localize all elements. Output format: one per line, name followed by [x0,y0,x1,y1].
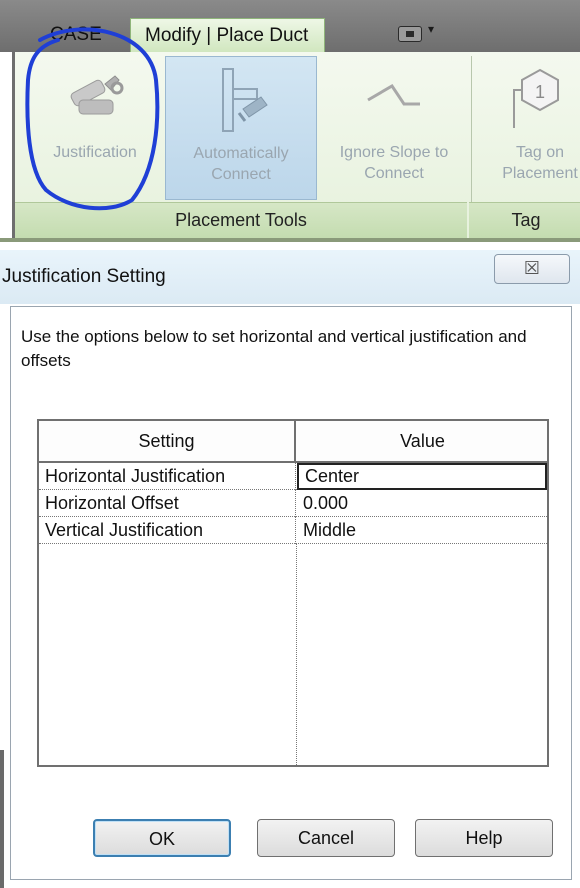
window-edge [0,750,4,888]
column-divider [296,544,297,765]
table-row[interactable]: Horizontal Offset 0.000 [39,490,547,517]
ignore-slope-label: Ignore Slope to Connect [339,144,449,182]
help-button[interactable]: Help [415,819,553,857]
dialog-description: Use the options below to set horizontal … [21,327,527,370]
chevron-down-icon[interactable]: ▾ [428,22,434,36]
value-cell[interactable]: 0.000 [297,490,547,517]
settings-table: Setting Value Horizontal Justification C… [37,419,549,767]
ribbon-tab-bar: CASE Modify | Place Duct ▾ [0,0,580,54]
justification-label: Justification [53,144,137,161]
automatically-connect-button[interactable]: Automatically Connect [165,56,317,200]
close-button[interactable]: ☒ [494,254,570,284]
dialog-title: Justification Setting [2,266,166,287]
ribbon-panel: Justification Automatically Connect Igno… [12,52,580,240]
ok-button[interactable]: OK [93,819,231,857]
tab-modify-place-duct[interactable]: Modify | Place Duct [130,18,326,54]
value-cell[interactable]: Middle [297,517,547,544]
automatically-connect-label: Automatically Connect [193,145,289,183]
table-header: Setting Value [39,421,547,463]
panel-toggle-icon[interactable] [398,26,422,42]
setting-cell: Horizontal Justification [39,463,296,490]
tab-case[interactable]: CASE [50,20,102,50]
tag-icon: 1 [513,68,559,128]
group-placement-tools: Placement Tools [15,202,467,238]
tag-on-placement-label: Tag on Placement [502,144,578,182]
ribbon-border [0,238,580,242]
column-header-value: Value [400,431,445,451]
group-tag: Tag [469,202,580,238]
value-cell[interactable]: Center [297,463,547,490]
justification-icon [70,75,124,115]
ignore-slope-icon [367,83,420,106]
setting-cell: Vertical Justification [39,517,296,544]
tag-on-placement-button[interactable]: 1 Tag on Placement [485,56,580,200]
ribbon: CASE Modify | Place Duct ▾ Justification… [0,0,580,242]
justification-button[interactable]: Justification [25,56,165,200]
tag-number: 1 [535,82,545,102]
dialog-title-bar: Justification Setting ☒ [0,250,580,304]
cancel-button[interactable]: Cancel [257,819,395,857]
dialog-content: Use the options below to set horizontal … [10,306,572,880]
close-icon: ☒ [523,258,541,278]
auto-connect-icon [222,68,268,132]
table-row[interactable]: Horizontal Justification Center [39,463,547,490]
table-row[interactable]: Vertical Justification Middle [39,517,547,544]
justification-setting-dialog: Justification Setting ☒ Use the options … [0,250,580,888]
column-header-setting: Setting [39,421,296,461]
ignore-slope-button[interactable]: Ignore Slope to Connect [319,56,469,200]
setting-cell: Horizontal Offset [39,490,296,517]
